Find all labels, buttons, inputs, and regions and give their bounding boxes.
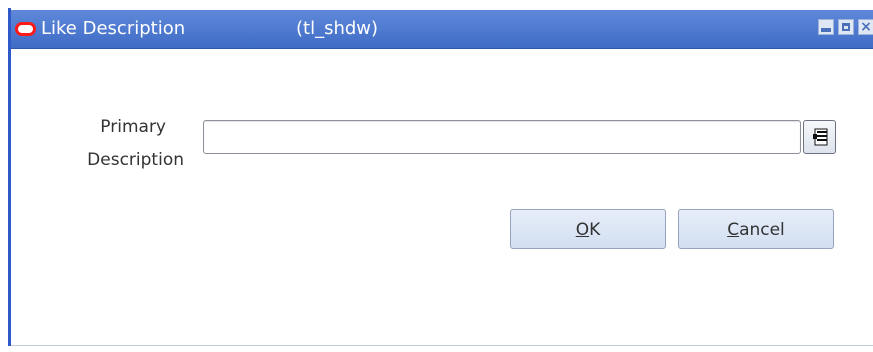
primary-description-input[interactable] <box>203 120 801 154</box>
minimize-icon[interactable] <box>818 19 834 35</box>
lov-button[interactable] <box>803 120 836 154</box>
cancel-label: Cancel <box>727 220 785 240</box>
close-icon[interactable]: × <box>858 19 873 35</box>
primary-label: Primary <box>100 117 166 137</box>
window-bottom-border <box>11 345 873 346</box>
like-description-dialog: Like Description (tl_shdw) × Primary Des… <box>0 0 873 352</box>
ok-label: OK <box>575 220 601 240</box>
cancel-button[interactable]: Cancel <box>678 209 834 249</box>
window-identifier: (tl_shdw) <box>296 18 379 39</box>
window-title: Like Description <box>41 18 186 39</box>
window-left-border <box>8 8 11 346</box>
ok-button[interactable]: OK <box>510 209 666 249</box>
maximize-glyph <box>842 23 850 31</box>
description-label: Description <box>87 150 184 170</box>
list-of-values-icon <box>813 128 828 146</box>
minimize-glyph <box>821 28 831 32</box>
maximize-icon[interactable] <box>838 19 854 35</box>
oracle-logo-icon <box>15 22 36 36</box>
title-bar[interactable]: Like Description (tl_shdw) × <box>11 10 873 49</box>
